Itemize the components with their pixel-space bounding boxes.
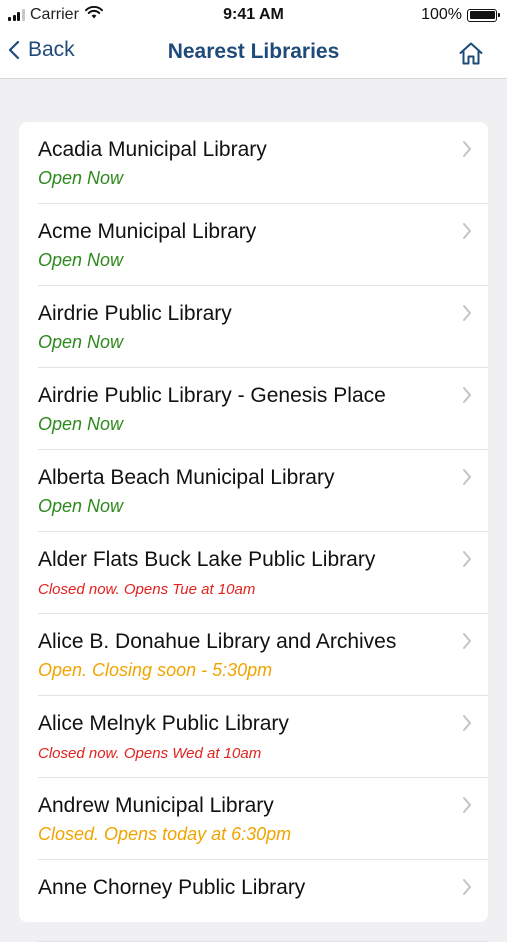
library-list-item[interactable]: Alberta Beach Municipal Library Open Now (19, 450, 488, 532)
library-list-item[interactable]: Alice Melnyk Public Library Closed now. O… (19, 696, 488, 778)
chevron-right-icon (463, 141, 471, 157)
library-name: Andrew Municipal Library (38, 794, 274, 817)
chevron-right-icon (463, 551, 471, 567)
library-list-item[interactable]: Alder Flats Buck Lake Public Library Clos… (19, 532, 488, 614)
battery-icon (467, 8, 500, 22)
library-hours-status: Open Now (38, 414, 124, 434)
library-hours-status: Open. Closing soon - 5:30pm (38, 660, 273, 680)
library-hours-status: Closed now. Opens Wed at 10am (38, 745, 262, 762)
library-hours-status: Open Now (38, 250, 124, 270)
library-name: Alder Flats Buck Lake Public Library (38, 548, 376, 571)
library-list-item[interactable]: Acme Municipal Library Open Now (19, 204, 488, 286)
chevron-right-icon (463, 305, 471, 321)
chevron-right-icon (463, 797, 471, 813)
library-name: Airdrie Public Library (38, 302, 232, 325)
library-hours-status: Open Now (38, 168, 124, 188)
library-name: Alice B. Donahue Library and Archives (38, 630, 397, 653)
library-list: Acadia Municipal Library Open Now Acme Mun… (19, 122, 488, 942)
library-hours-status: Open Now (38, 496, 124, 516)
navigation-bar: Back Nearest Libraries (0, 30, 507, 79)
library-list-item[interactable]: Anne Chorney Public Library (19, 860, 488, 942)
library-list-item[interactable]: Alice B. Donahue Library and Archives Ope… (19, 614, 488, 696)
home-button[interactable] (457, 40, 485, 68)
chevron-right-icon (463, 469, 471, 485)
page-title: Nearest Libraries (167, 40, 340, 63)
library-list-item[interactable]: Airdrie Public Library Open Now (19, 286, 488, 368)
library-name: Acadia Municipal Library (38, 138, 267, 161)
battery-status: 100% (421, 6, 500, 24)
library-hours-status: Closed. Opens today at 6:30pm (38, 824, 292, 844)
library-list-item[interactable]: Acadia Municipal Library Open Now (19, 122, 488, 204)
library-name: Alberta Beach Municipal Library (38, 466, 335, 489)
library-name: Airdrie Public Library - Genesis Place (38, 384, 386, 407)
chevron-right-icon (463, 633, 471, 649)
chevron-right-icon (463, 387, 471, 403)
battery-percent: 100% (421, 6, 462, 23)
chevron-right-icon (463, 715, 471, 731)
status-bar: Carrier 9:41 AM 100% (0, 0, 507, 30)
library-name: Alice Melnyk Public Library (38, 712, 289, 735)
library-name: Anne Chorney Public Library (38, 876, 306, 899)
chevron-right-icon (463, 879, 471, 895)
chevron-right-icon (463, 223, 471, 239)
library-list-item[interactable]: Airdrie Public Library - Genesis Place Op… (19, 368, 488, 450)
home-icon (459, 42, 483, 65)
library-hours-status: Closed now. Opens Tue at 10am (38, 581, 256, 598)
library-list-item[interactable]: Andrew Municipal Library Closed. Opens to… (19, 778, 488, 860)
library-hours-status: Open Now (38, 332, 124, 352)
library-name: Acme Municipal Library (38, 220, 257, 243)
